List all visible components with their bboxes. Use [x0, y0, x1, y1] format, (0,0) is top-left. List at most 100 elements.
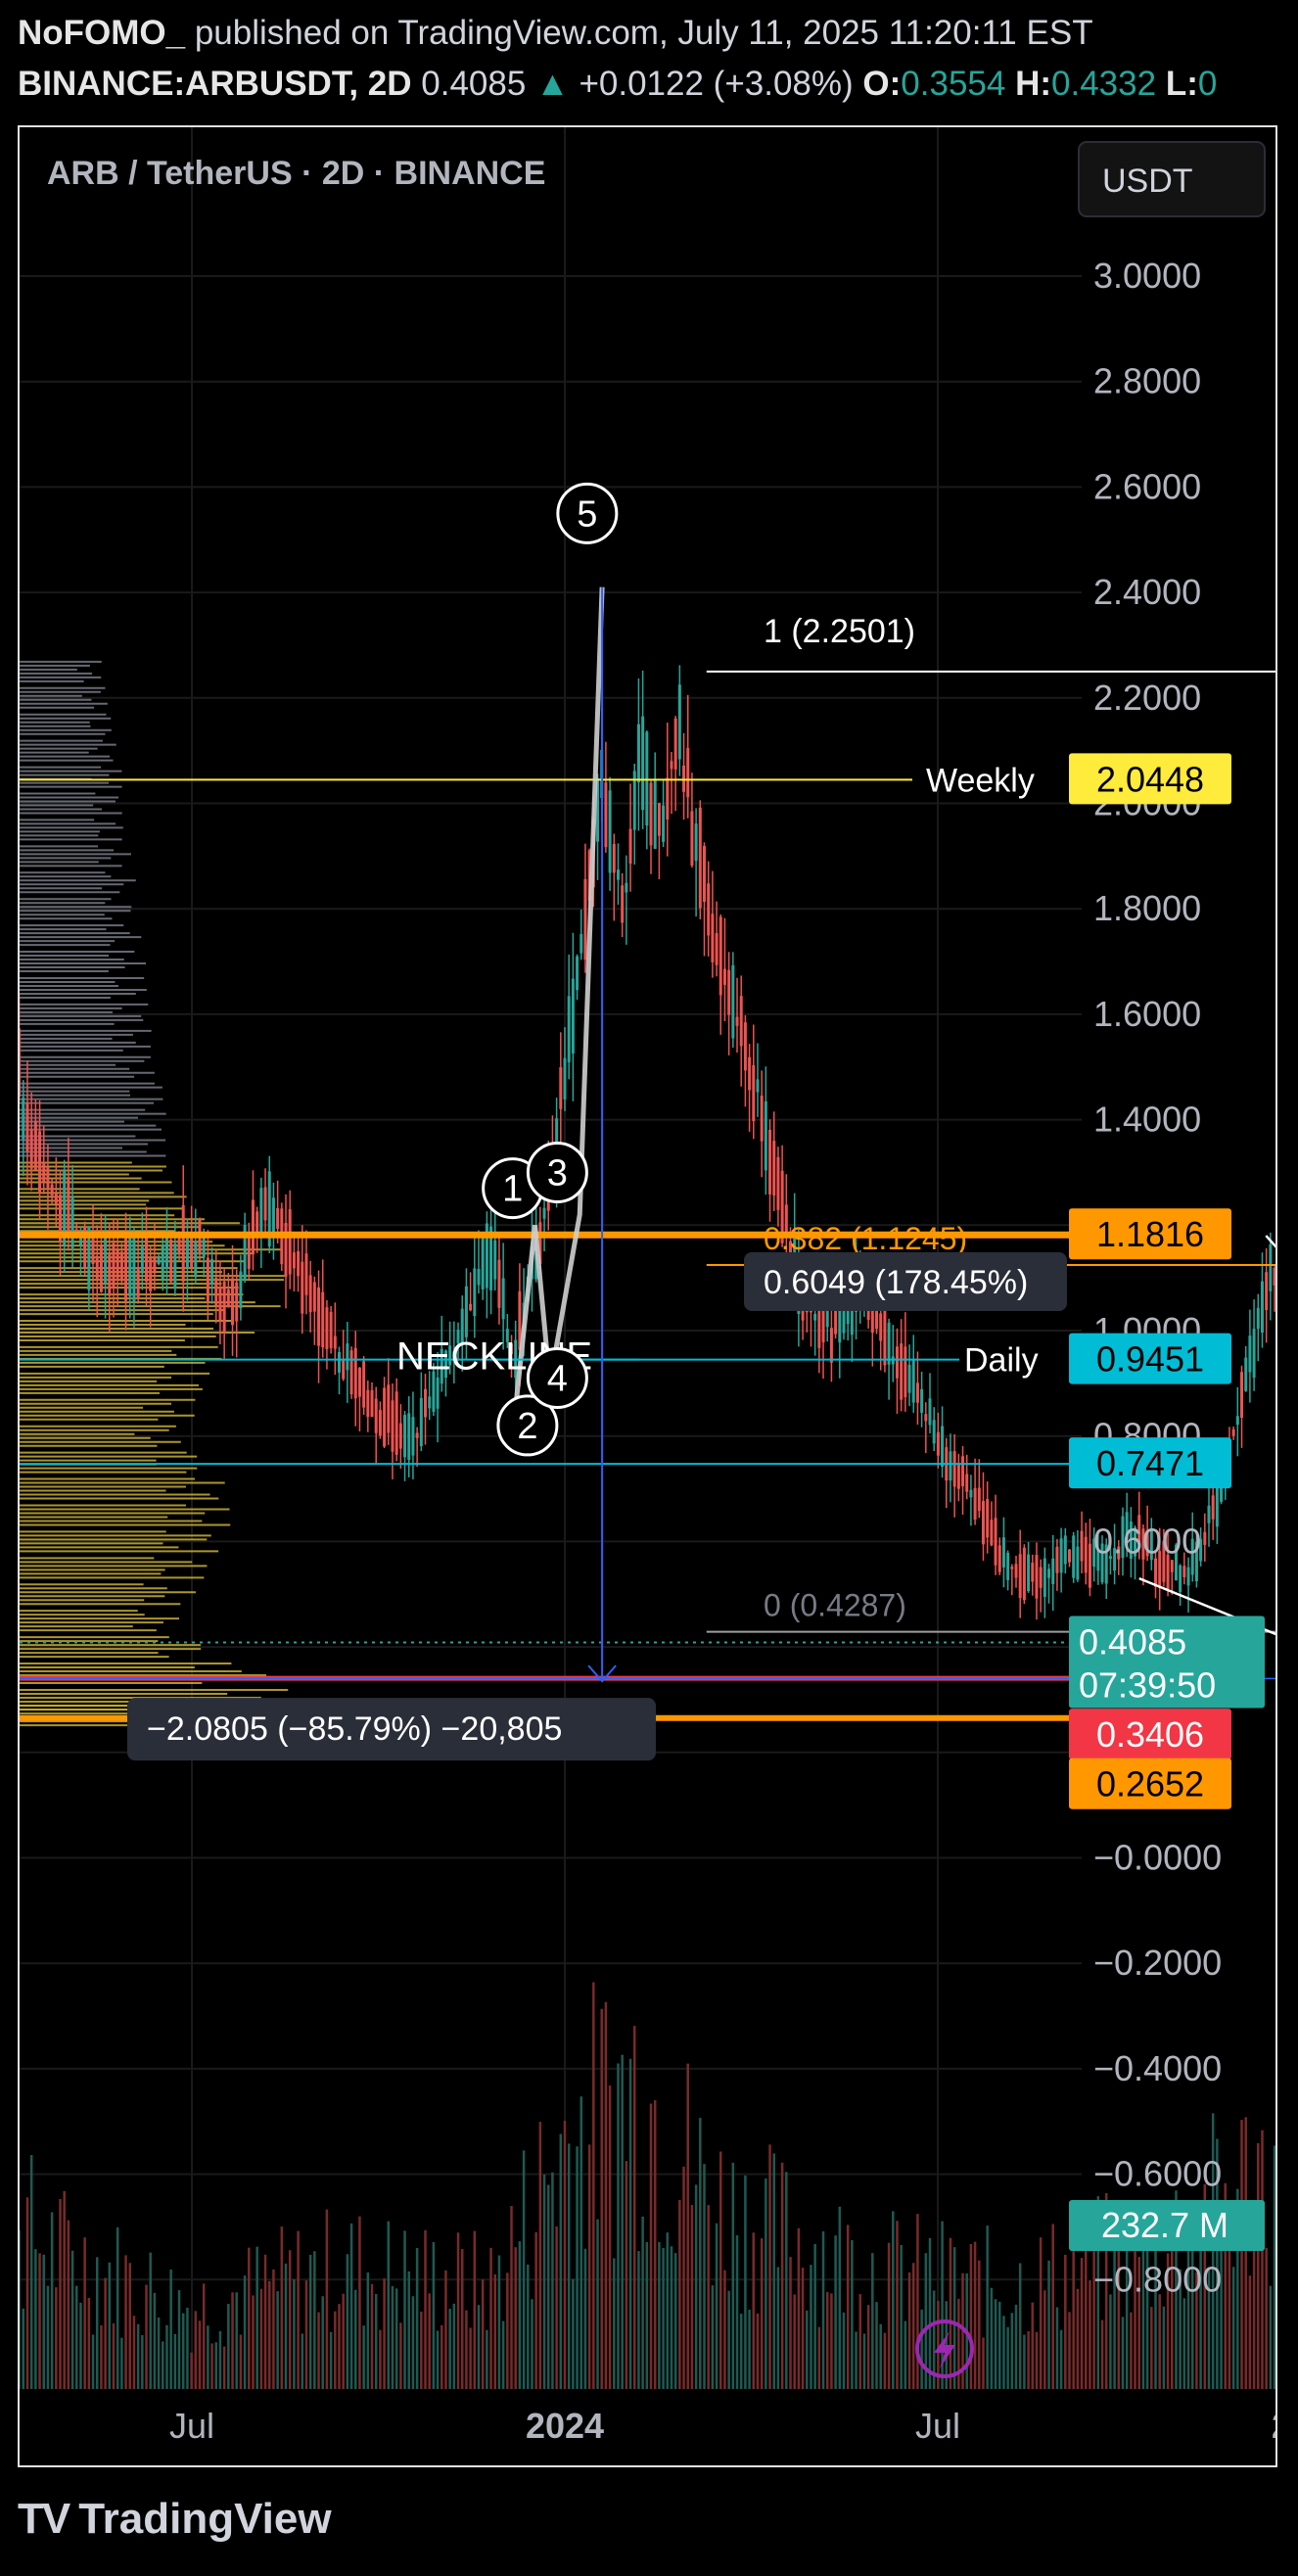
candle: [419, 1397, 423, 1447]
candle: [735, 1016, 739, 1026]
candle: [1043, 1558, 1046, 1598]
level-label-daily: Daily: [964, 1342, 1039, 1380]
candle: [1031, 1563, 1035, 1582]
candle: [387, 1384, 391, 1433]
candle: [764, 1101, 767, 1171]
candle: [994, 1518, 997, 1566]
chart-title: ARB / TetherUS · 2D · BINANCE: [47, 155, 545, 192]
candle: [990, 1520, 994, 1546]
candle: [436, 1377, 440, 1409]
candle: [969, 1489, 973, 1498]
candle: [986, 1499, 990, 1538]
candle: [649, 782, 653, 846]
candle: [33, 1120, 37, 1171]
candle: [1244, 1357, 1248, 1391]
candle: [317, 1287, 321, 1346]
y-tick-label: −0.2000: [1093, 1943, 1222, 1983]
candle: [612, 844, 616, 873]
wave-label-1: 1: [502, 1169, 523, 1210]
candle: [1179, 1565, 1182, 1592]
price-tag-label-daily: 0.9451: [1096, 1339, 1204, 1380]
candle: [1022, 1547, 1026, 1601]
candle: [932, 1420, 936, 1444]
candle: [719, 916, 722, 996]
candle: [231, 1278, 235, 1326]
candle: [464, 1286, 468, 1337]
candle: [1084, 1536, 1088, 1573]
candle: [677, 684, 681, 760]
y-tick-label: 1.8000: [1093, 888, 1201, 928]
candle: [357, 1367, 361, 1397]
candle: [722, 968, 726, 985]
candle: [887, 1322, 891, 1365]
candle: [501, 1278, 505, 1320]
candle: [271, 1197, 275, 1235]
candle: [481, 1238, 485, 1289]
candle: [1027, 1554, 1031, 1592]
candle: [95, 1255, 99, 1279]
tradingview-brand[interactable]: TradingView: [78, 2495, 331, 2544]
candle: [731, 964, 735, 1039]
candle: [924, 1414, 928, 1422]
candle: [1018, 1554, 1022, 1599]
candle: [1051, 1558, 1055, 1585]
candle: [727, 969, 731, 1015]
candle: [145, 1237, 149, 1283]
candle: [666, 777, 670, 820]
candle: [662, 805, 666, 842]
fib-1-label: 1 (2.2501): [764, 613, 915, 650]
fib-382-label: 0.382 (1.1245): [764, 1221, 967, 1256]
candle: [949, 1451, 952, 1481]
candle: [161, 1245, 164, 1282]
candle: [1235, 1416, 1239, 1426]
candle: [829, 1328, 833, 1363]
price-tag-label-red-support: 0.3406: [1096, 1714, 1204, 1755]
last-value: 0.4085: [421, 65, 527, 103]
candle: [715, 933, 719, 965]
candle: [895, 1346, 899, 1379]
candle: [173, 1243, 177, 1289]
candle: [194, 1241, 198, 1278]
y-tick-label: −0.6000: [1093, 2154, 1222, 2194]
candle: [1273, 1267, 1275, 1286]
candle: [621, 885, 625, 923]
change-value: +0.0122 (+3.08%): [579, 65, 854, 103]
candle: [911, 1360, 915, 1403]
candle: [977, 1487, 981, 1512]
candle: [1059, 1538, 1063, 1573]
candle: [108, 1252, 112, 1296]
y-tick-label: −0.0000: [1093, 1838, 1222, 1878]
candle: [1039, 1567, 1043, 1588]
candle: [308, 1275, 312, 1313]
candle: [333, 1335, 337, 1349]
candle: [222, 1281, 226, 1333]
candle: [38, 1131, 42, 1194]
candle: [1170, 1560, 1174, 1572]
candle: [690, 811, 694, 866]
candle: [206, 1257, 209, 1302]
candle: [132, 1235, 136, 1302]
author-name[interactable]: NoFOMO_: [18, 14, 185, 52]
candle: [1186, 1567, 1190, 1586]
candle: [297, 1250, 301, 1277]
y-tick-label: 2.2000: [1093, 678, 1201, 718]
tradingview-footer: TV TradingView: [18, 2495, 332, 2544]
price-tag-label-orange-support: 0.2652: [1096, 1764, 1204, 1804]
candle: [956, 1463, 960, 1489]
fib-0-label: 0 (0.4287): [764, 1588, 906, 1623]
candle: [1080, 1530, 1084, 1562]
candle: [567, 996, 571, 1063]
candle: [54, 1194, 58, 1204]
ohlc-header: BINANCE:ARBUSDT, 2D 0.4085 ▲ +0.0122 (+3…: [18, 65, 1217, 104]
candle: [353, 1347, 357, 1399]
price-chart[interactable]: Weekly Daily 1 (2.2501) 0.382 (1.1245) 0 (0.…: [20, 127, 1275, 2465]
candle: [398, 1423, 402, 1449]
candle: [1076, 1546, 1080, 1580]
candle: [346, 1343, 349, 1371]
candle: [50, 1184, 54, 1196]
candle: [407, 1413, 411, 1461]
candle: [813, 1313, 817, 1321]
candle: [645, 731, 649, 826]
candle: [493, 1240, 497, 1280]
chart-frame[interactable]: Weekly Daily 1 (2.2501) 0.382 (1.1245) 0 (0.…: [18, 125, 1277, 2467]
